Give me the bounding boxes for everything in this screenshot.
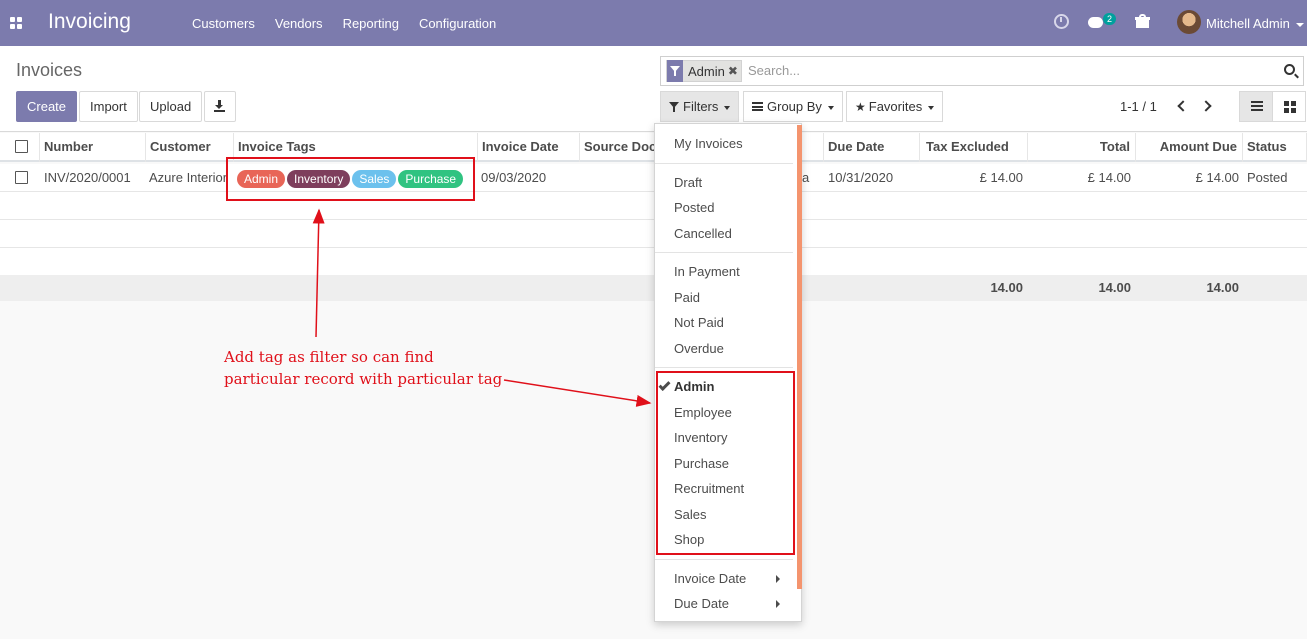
cell-number: INV/2020/0001 [44, 170, 131, 185]
column-customer[interactable]: Customer [146, 133, 234, 162]
annotation-text: Add tag as filter so can find particular… [224, 346, 502, 390]
user-menu[interactable]: Mitchell Admin [1206, 16, 1304, 31]
column-tax-excluded[interactable]: Tax Excluded [920, 133, 1028, 162]
filter-my-invoices[interactable]: My Invoices [674, 136, 743, 151]
star-icon: ★ [855, 100, 866, 114]
column-total[interactable]: Total [1028, 133, 1136, 162]
list-view-button[interactable] [1239, 91, 1273, 122]
row-checkbox[interactable] [15, 171, 28, 184]
filter-in-payment[interactable]: In Payment [674, 264, 740, 279]
caret-right-icon [776, 575, 780, 583]
chat-badge: 2 [1103, 13, 1117, 25]
menu-vendors[interactable]: Vendors [275, 16, 323, 31]
cell-source-doc: a [802, 170, 810, 185]
column-status[interactable]: Status [1243, 133, 1307, 162]
divider [655, 252, 793, 253]
filter-icon [669, 102, 679, 112]
column-due-date[interactable]: Due Date [824, 133, 920, 162]
export-button[interactable] [204, 91, 236, 122]
top-navbar: Invoicing Customers Vendors Reporting Co… [0, 0, 1307, 46]
control-panel: Invoices Create Import Upload Admin ✖ Fi… [0, 46, 1307, 132]
filters-button[interactable]: Filters [660, 91, 740, 122]
column-amount-due[interactable]: Amount Due [1136, 133, 1243, 162]
user-name: Mitchell Admin [1206, 16, 1290, 31]
pager-value[interactable]: 1-1 / 1 [1120, 99, 1157, 114]
app-title[interactable]: Invoicing [48, 10, 131, 34]
dropdown-scrollbar[interactable] [797, 125, 802, 589]
cell-invoice-date: 09/03/2020 [481, 170, 547, 185]
group-by-label: Group By [767, 99, 822, 114]
chat-icon[interactable] [1088, 17, 1103, 28]
search-icon[interactable] [1284, 64, 1295, 75]
filter-posted[interactable]: Posted [674, 200, 714, 215]
filter-draft[interactable]: Draft [674, 175, 702, 190]
caret-down-icon [1295, 22, 1304, 27]
filter-cancelled[interactable]: Cancelled [674, 226, 732, 241]
divider [655, 367, 793, 368]
cell-due-date: 10/31/2020 [828, 170, 894, 185]
cell-tax-excluded: £ 14.00 [979, 170, 1023, 185]
column-number[interactable]: Number [40, 133, 146, 162]
search-facet[interactable]: Admin ✖ [666, 60, 742, 82]
caret-down-icon [928, 105, 935, 110]
cell-status: Posted [1247, 170, 1288, 185]
annotation-filter-box [656, 371, 795, 555]
kanban-view-button[interactable] [1272, 91, 1306, 122]
filter-icon [667, 60, 683, 82]
page-title: Invoices [16, 60, 83, 80]
arrow-to-filters [503, 379, 652, 407]
search-bar[interactable]: Admin ✖ [660, 56, 1304, 86]
list-icon [1251, 101, 1263, 112]
user-avatar[interactable] [1177, 10, 1201, 34]
total-tax-excluded: 14.00 [990, 280, 1023, 295]
chevron-left-icon[interactable] [1177, 100, 1189, 112]
select-all-checkbox[interactable] [15, 140, 28, 153]
divider [655, 559, 793, 560]
chevron-right-icon[interactable] [1200, 100, 1212, 112]
filter-paid[interactable]: Paid [674, 290, 700, 305]
column-invoice-date[interactable]: Invoice Date [478, 133, 580, 162]
bars-icon [752, 102, 763, 111]
create-button[interactable]: Create [16, 91, 78, 122]
activity-clock-icon[interactable] [1054, 14, 1069, 29]
menu-configuration[interactable]: Configuration [419, 16, 496, 31]
group-by-button[interactable]: Group By [743, 91, 843, 122]
filter-invoice-date[interactable]: Invoice Date [674, 571, 746, 586]
caret-down-icon [827, 105, 834, 110]
annotation-tags-box [226, 157, 475, 201]
annotation-line-2: particular record with particular tag [224, 370, 503, 388]
cell-total: £ 14.00 [1087, 170, 1131, 185]
favorites-label: Favorites [868, 99, 923, 114]
kanban-icon [1284, 101, 1296, 113]
facet-label: Admin [688, 63, 725, 79]
cell-customer: Azure Interior [149, 170, 228, 185]
search-input[interactable] [746, 62, 1266, 79]
cell-amount-due: £ 14.00 [1195, 170, 1239, 185]
divider [655, 163, 793, 164]
main-menu: Customers Vendors Reporting Configuratio… [192, 16, 516, 31]
menu-reporting[interactable]: Reporting [343, 16, 399, 31]
filter-overdue[interactable]: Overdue [674, 341, 724, 356]
total-amount-due: 14.00 [1206, 280, 1239, 295]
annotation-line-1: Add tag as filter so can find [224, 348, 434, 366]
upload-button[interactable]: Upload [139, 91, 203, 122]
filter-due-date[interactable]: Due Date [674, 596, 729, 611]
caret-down-icon [724, 105, 731, 110]
filters-label: Filters [683, 99, 719, 114]
apps-menu-icon[interactable] [10, 17, 22, 29]
caret-right-icon [776, 600, 780, 608]
download-icon [214, 100, 225, 112]
menu-customers[interactable]: Customers [192, 16, 255, 31]
favorites-button[interactable]: ★ Favorites [846, 91, 944, 122]
select-all-cell [0, 133, 40, 162]
filter-not-paid[interactable]: Not Paid [674, 315, 724, 330]
gift-icon[interactable] [1135, 14, 1150, 28]
total-total: 14.00 [1098, 280, 1131, 295]
import-button[interactable]: Import [79, 91, 138, 122]
remove-facet-icon[interactable]: ✖ [728, 64, 741, 78]
